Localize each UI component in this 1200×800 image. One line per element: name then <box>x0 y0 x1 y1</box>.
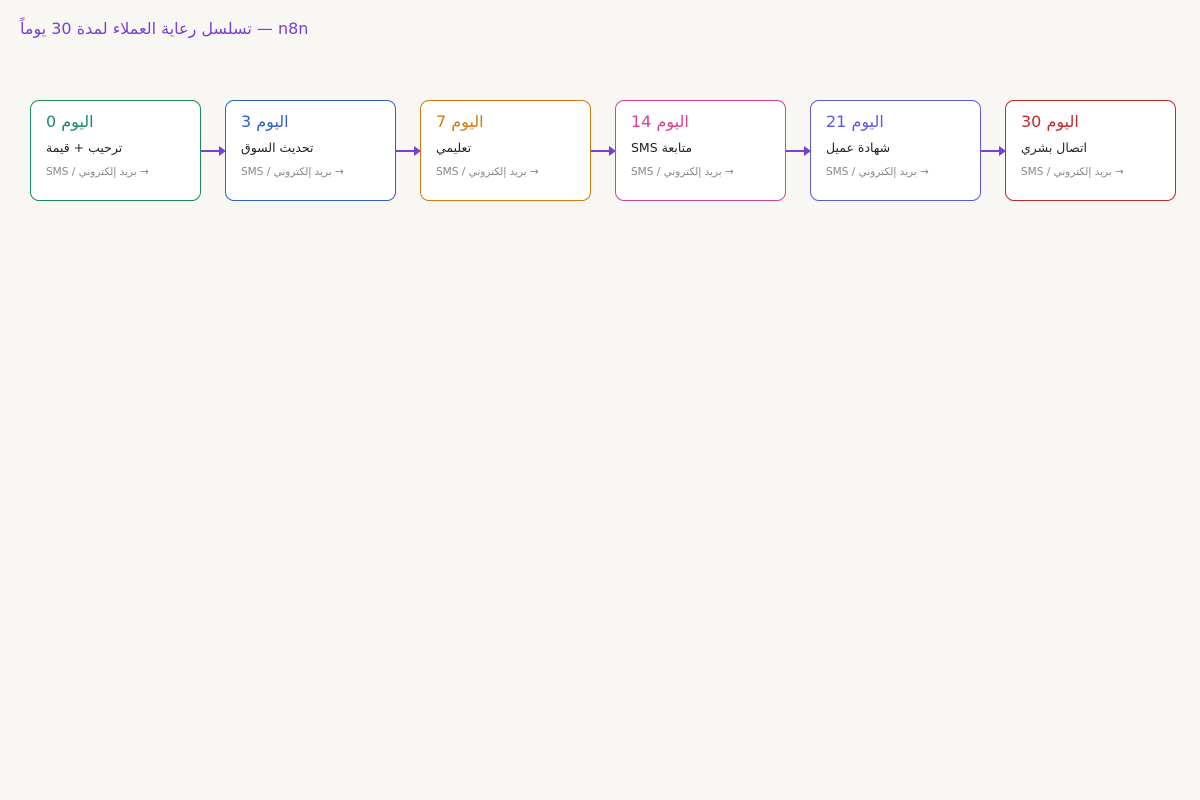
arrow-connector <box>201 145 226 156</box>
arrow-connector <box>591 145 616 156</box>
step-description: اتصال بشري <box>1021 140 1087 155</box>
step-channel: SMS / بريد إلكتروني → <box>241 166 344 178</box>
arrow-connector <box>981 145 1006 156</box>
step-day-label: اليوم 14 <box>631 112 689 131</box>
step-description: تعليمي <box>436 140 472 155</box>
step-card-day-3: اليوم 3 تحديث السوق SMS / بريد إلكتروني … <box>225 100 396 201</box>
step-description: متابعة SMS <box>631 140 693 155</box>
step-card-day-7: اليوم 7 تعليمي SMS / بريد إلكتروني → <box>420 100 591 201</box>
step-channel: SMS / بريد إلكتروني → <box>46 166 149 178</box>
arrow-connector <box>396 145 421 156</box>
step-channel: SMS / بريد إلكتروني → <box>1021 166 1124 178</box>
step-channel: SMS / بريد إلكتروني → <box>826 166 929 178</box>
step-channel: SMS / بريد إلكتروني → <box>436 166 539 178</box>
step-day-label: اليوم 3 <box>241 112 289 131</box>
step-channel: SMS / بريد إلكتروني → <box>631 166 734 178</box>
step-day-label: اليوم 21 <box>826 112 884 131</box>
step-card-day-14: اليوم 14 متابعة SMS SMS / بريد إلكتروني … <box>615 100 786 201</box>
step-description: تحديث السوق <box>241 140 314 155</box>
arrow-connector <box>786 145 811 156</box>
step-description: شهادة عميل <box>826 140 891 155</box>
step-description: ترحيب + قيمة <box>46 140 123 155</box>
step-day-label: اليوم 0 <box>46 112 94 131</box>
step-card-day-21: اليوم 21 شهادة عميل SMS / بريد إلكتروني … <box>810 100 981 201</box>
step-day-label: اليوم 30 <box>1021 112 1079 131</box>
step-card-day-30: اليوم 30 اتصال بشري SMS / بريد إلكتروني … <box>1005 100 1176 201</box>
step-day-label: اليوم 7 <box>436 112 484 131</box>
step-card-day-0: اليوم 0 ترحيب + قيمة SMS / بريد إلكتروني… <box>30 100 201 201</box>
nurture-flow: اليوم 0 ترحيب + قيمة SMS / بريد إلكتروني… <box>0 0 1200 800</box>
page: تسلسل رعاية العملاء لمدة 30 يوماً — n8n … <box>0 0 1200 800</box>
